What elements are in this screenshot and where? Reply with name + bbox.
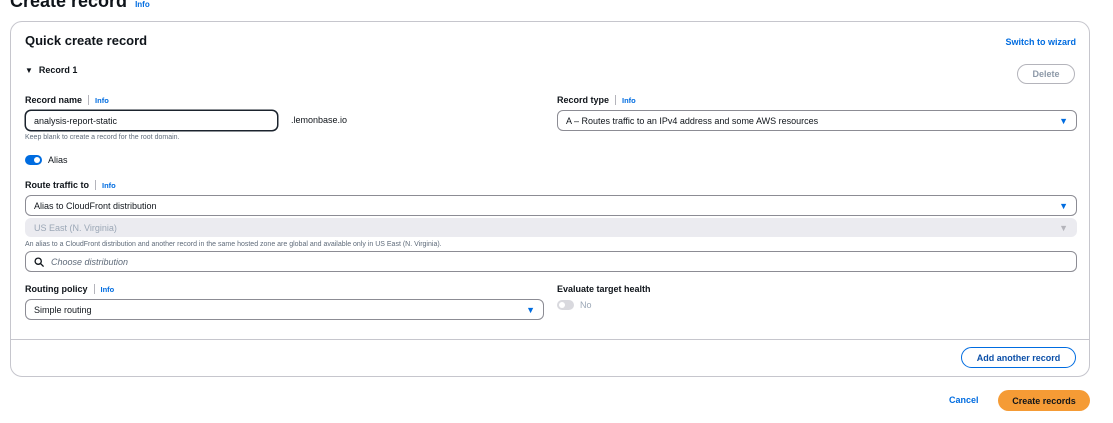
domain-suffix: .lemonbase.io [291, 115, 348, 125]
evaluate-health-toggle-label: No [580, 300, 592, 310]
page-info-link[interactable]: Info [135, 0, 150, 9]
record-type-label: Record type [557, 95, 610, 105]
cancel-button[interactable]: Cancel [949, 395, 979, 405]
record-type-info-link[interactable]: Info [622, 96, 636, 105]
caret-down-icon: ▼ [1059, 222, 1068, 233]
route-traffic-label: Route traffic to [25, 180, 89, 190]
caret-down-icon: ▼ [526, 304, 535, 315]
routing-policy-label: Routing policy [25, 284, 88, 294]
record-1-expander[interactable]: ▼ Record 1 [25, 65, 77, 75]
add-another-record-button[interactable]: Add another record [961, 347, 1076, 368]
record-name-hint: Keep blank to create a record for the ro… [25, 134, 180, 141]
alias-toggle[interactable]: Alias [25, 155, 68, 165]
toggle-switch [557, 300, 574, 310]
record-name-info-link[interactable]: Info [95, 96, 109, 105]
label-divider [88, 95, 90, 105]
routing-policy-info-link[interactable]: Info [101, 285, 115, 294]
page-header: Create record Info [10, 0, 150, 12]
toggle-switch[interactable] [25, 155, 42, 165]
evaluate-health-label-row: Evaluate target health [557, 284, 651, 294]
caret-down-icon: ▼ [25, 65, 33, 75]
create-records-button[interactable]: Create records [998, 390, 1090, 411]
quick-create-panel: Quick create record Switch to wizard ▼ R… [10, 21, 1090, 377]
record-name-input[interactable]: analysis-report-static [25, 110, 278, 131]
switch-to-wizard-link[interactable]: Switch to wizard [1005, 37, 1076, 47]
page-title: Create record [10, 0, 128, 11]
record-name-label: Record name [25, 95, 83, 105]
record-name-value: analysis-report-static [34, 115, 118, 126]
label-divider [95, 180, 96, 190]
routing-policy-value: Simple routing [34, 304, 92, 315]
label-divider [615, 95, 617, 105]
search-icon [34, 256, 44, 267]
delete-record-button[interactable]: Delete [1017, 64, 1075, 84]
alias-label: Alias [48, 155, 68, 165]
panel-title: Quick create record [25, 33, 148, 48]
route-traffic-info-link[interactable]: Info [102, 181, 116, 190]
label-divider [93, 284, 95, 294]
record-type-value: A – Routes traffic to an IPv4 address an… [566, 115, 819, 126]
record-name-label-row: Record name Info [25, 95, 109, 105]
endpoint-select[interactable]: Alias to CloudFront distribution ▼ [25, 195, 1077, 216]
record-type-label-row: Record type Info [557, 95, 636, 105]
region-select: US East (N. Virginia) ▼ [25, 218, 1077, 237]
region-value: US East (N. Virginia) [34, 222, 117, 233]
caret-down-icon: ▼ [1059, 200, 1068, 211]
evaluate-health-toggle: No [557, 300, 592, 310]
routing-policy-label-row: Routing policy Info [25, 284, 114, 294]
routing-policy-select[interactable]: Simple routing ▼ [25, 299, 544, 320]
route-traffic-hint: An alias to a CloudFront distribution an… [25, 241, 442, 248]
record-type-select[interactable]: A – Routes traffic to an IPv4 address an… [557, 110, 1077, 131]
panel-divider [11, 339, 1089, 340]
caret-down-icon: ▼ [1059, 115, 1068, 126]
distribution-search-input[interactable]: Choose distribution [25, 251, 1077, 272]
search-placeholder: Choose distribution [51, 256, 129, 267]
endpoint-value: Alias to CloudFront distribution [34, 200, 157, 211]
record-header-label: Record 1 [38, 65, 78, 75]
route-traffic-label-row: Route traffic to Info [25, 180, 116, 190]
evaluate-health-label: Evaluate target health [557, 284, 651, 294]
